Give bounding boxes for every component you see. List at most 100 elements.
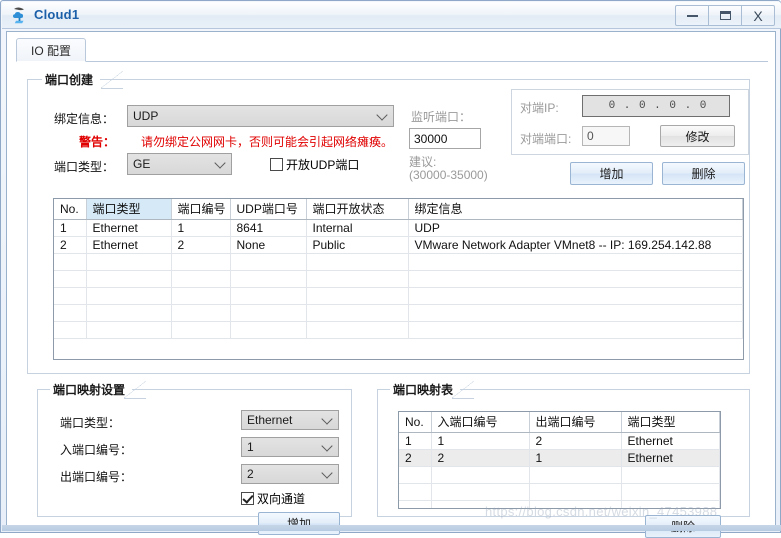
table-cell: 2: [431, 449, 530, 467]
binding-info-value: UDP: [133, 109, 159, 123]
peer-ip-input[interactable]: 0 . 0 . 0 . 0: [582, 95, 730, 117]
peer-port-input[interactable]: 0: [582, 126, 630, 146]
mapping-table[interactable]: No. 入端口编号 出端口编号 端口类型 1 1 2 Ethernet 2 2 1 Ethernet: [398, 411, 721, 509]
peer-panel: 对端IP: 0 . 0 . 0 . 0 对端端口: 0 修改: [511, 89, 749, 155]
table-row-empty[interactable]: [54, 304, 743, 322]
table-cell: Public: [306, 236, 409, 254]
listen-port-input[interactable]: 30000: [409, 128, 481, 149]
cloud-icon: [10, 5, 32, 25]
table-row-empty[interactable]: [399, 500, 720, 508]
open-udp-checkbox[interactable]: 开放UDP端口: [270, 156, 359, 173]
column-header[interactable]: 端口编号: [171, 199, 231, 220]
column-header[interactable]: 端口类型: [86, 199, 172, 220]
minimize-button[interactable]: [675, 5, 709, 26]
table-cell: [399, 500, 432, 508]
table-cell: [54, 287, 87, 305]
table-header-row: No. 入端口编号 出端口编号 端口类型: [399, 412, 720, 433]
table-cell: [306, 304, 409, 322]
table-cell: [306, 270, 409, 288]
column-header[interactable]: 端口类型: [621, 412, 720, 433]
checkbox-box: [270, 158, 283, 171]
table-cell: [621, 483, 720, 501]
tab-io-config[interactable]: IO 配置: [16, 38, 87, 62]
table-cell: [54, 253, 87, 271]
table-cell: [408, 270, 743, 288]
table-cell: [408, 304, 743, 322]
table-cell: [171, 304, 231, 322]
table-cell: [86, 304, 172, 322]
tab-strip: IO 配置: [16, 38, 768, 62]
column-header[interactable]: 出端口编号: [529, 412, 622, 433]
add-mapping-button[interactable]: 增加: [258, 512, 340, 535]
column-header[interactable]: No.: [399, 412, 432, 433]
table-cell: 1: [431, 432, 530, 450]
table-row[interactable]: 1 Ethernet 1 8641 Internal UDP: [54, 219, 743, 237]
table-cell: [621, 500, 720, 508]
add-port-button[interactable]: 增加: [570, 162, 653, 185]
peer-ip-value: 0 . 0 . 0 . 0: [608, 100, 708, 112]
bidirectional-label: 双向通道: [257, 492, 306, 506]
table-cell: [408, 253, 743, 271]
chevron-down-icon: [321, 413, 333, 425]
mapping-settings-group: 端口映射设置 端口类型： Ethernet 入端口编号： 1 出端口编号： 2: [37, 381, 352, 535]
table-cell: [230, 253, 307, 271]
bidirectional-checkbox[interactable]: 双向通道: [241, 490, 305, 507]
chevron-down-icon: [376, 109, 388, 121]
mapping-port-type-combo[interactable]: Ethernet: [241, 410, 339, 430]
table-cell: [54, 270, 87, 288]
table-cell: [86, 253, 172, 271]
out-port-value: 2: [247, 467, 254, 481]
table-row[interactable]: 1 1 2 Ethernet: [399, 432, 720, 450]
port-table-grid: No. 端口类型 端口编号 UDP端口号 端口开放状态 绑定信息 1 Ethernet 1 86…: [54, 199, 743, 339]
column-header[interactable]: UDP端口号: [230, 199, 307, 220]
table-cell: 1: [171, 219, 231, 237]
cloud-config-window: Cloud1 X IO 配置 端口创建 绑定信息： UDP 警告： 请勿绑定公网…: [0, 0, 781, 538]
table-row-empty[interactable]: [54, 270, 743, 288]
table-row-empty[interactable]: [54, 253, 743, 271]
table-cell: VMware Network Adapter VMnet8 -- IP: 169…: [408, 236, 743, 254]
port-type-label: 端口类型：: [54, 160, 115, 174]
table-row-empty[interactable]: [54, 321, 743, 339]
table-row[interactable]: 2 2 1 Ethernet: [399, 449, 720, 467]
column-header[interactable]: 入端口编号: [431, 412, 530, 433]
out-port-combo[interactable]: 2: [241, 464, 339, 484]
table-cell: Ethernet: [621, 432, 720, 450]
mapping-port-type-value: Ethernet: [247, 413, 293, 427]
table-cell: [431, 483, 530, 501]
table-cell: 1: [529, 449, 622, 467]
maximize-button[interactable]: [708, 5, 742, 26]
delete-port-button-label: 删除: [691, 167, 716, 181]
table-row-empty[interactable]: [399, 483, 720, 501]
close-icon: X: [753, 7, 763, 24]
in-port-combo[interactable]: 1: [241, 437, 339, 457]
table-row[interactable]: 2 Ethernet 2 None Public VMware Network Adapt…: [54, 236, 743, 254]
table-cell: [306, 321, 409, 339]
port-table[interactable]: No. 端口类型 端口编号 UDP端口号 端口开放状态 绑定信息 1 Ethernet 1 86…: [53, 198, 744, 360]
port-type-combo[interactable]: GE: [127, 153, 232, 175]
binding-info-label: 绑定信息：: [54, 112, 115, 126]
binding-info-combo[interactable]: UDP: [127, 105, 394, 127]
mapping-table-group: 端口映射表 No. 入端口编号 出端口编号 端口类型 1 1 2 Ethernet 2 2 1 Et…: [377, 381, 750, 538]
modify-button-label: 修改: [685, 129, 710, 144]
column-header[interactable]: 端口开放状态: [306, 199, 409, 220]
chevron-down-icon: [214, 157, 226, 169]
close-button[interactable]: X: [741, 5, 775, 26]
delete-port-button[interactable]: 删除: [662, 162, 745, 185]
table-cell: 2: [399, 449, 432, 467]
mapping-settings-caption: 端口映射设置: [50, 381, 133, 398]
port-create-caption: 端口创建: [42, 71, 101, 88]
table-cell: 2: [171, 236, 231, 254]
column-header[interactable]: No.: [54, 199, 87, 220]
table-cell: [529, 500, 622, 508]
modify-button[interactable]: 修改: [660, 125, 735, 147]
peer-port-value: 0: [587, 129, 594, 143]
column-header[interactable]: 绑定信息: [408, 199, 743, 220]
port-create-group: 端口创建 绑定信息： UDP 警告： 请勿绑定公网网卡，否则可能会引起网络瘫痪。…: [27, 71, 750, 374]
table-cell: [431, 466, 530, 484]
table-cell: [171, 287, 231, 305]
in-port-label: 入端口编号：: [60, 443, 133, 457]
table-cell: [230, 287, 307, 305]
table-cell: [171, 270, 231, 288]
table-row-empty[interactable]: [54, 287, 743, 305]
table-row-empty[interactable]: [399, 466, 720, 484]
